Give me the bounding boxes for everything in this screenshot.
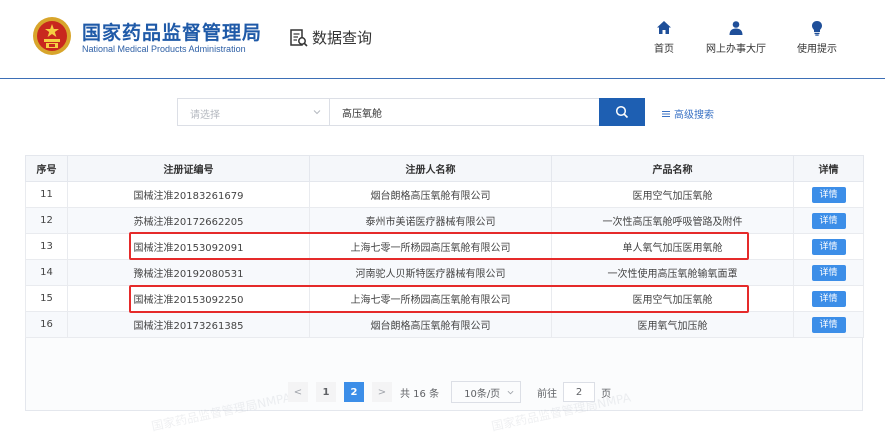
table-row[interactable]: 12 苏械注准20172662205 泰州市美诺医疗器械有限公司 一次性高压氧舱… — [25, 207, 864, 234]
document-search-icon — [290, 28, 308, 47]
row-holder: 烟台朗格高压氧舱有限公司 — [309, 181, 552, 208]
table-header-row: 序号 注册证编号 注册人名称 产品名称 详情 — [25, 155, 864, 182]
column-header-product: 产品名称 — [551, 155, 794, 182]
column-header-no: 序号 — [25, 155, 68, 182]
goto-suffix: 页 — [601, 388, 612, 400]
row-holder: 泰州市美诺医疗器械有限公司 — [309, 207, 552, 234]
chevron-down-icon — [313, 110, 321, 115]
row-product: 医用空气加压氧舱 — [551, 285, 794, 312]
detail-button[interactable]: 详情 — [811, 290, 846, 307]
row-detail-cell: 详情 — [793, 259, 864, 286]
row-reg-number: 国械注准20183261679 — [67, 181, 310, 208]
results-table: 序号 注册证编号 注册人名称 产品名称 详情 11 国械注准2018326167… — [25, 155, 864, 411]
next-page-button[interactable]: > — [372, 382, 392, 402]
row-detail-cell: 详情 — [793, 285, 864, 312]
goto-page-input[interactable] — [563, 382, 596, 402]
detail-button[interactable]: 详情 — [811, 238, 846, 255]
detail-button[interactable]: 详情 — [811, 264, 846, 281]
search-icon — [615, 105, 629, 119]
home-icon — [657, 21, 671, 34]
filter-icon — [662, 110, 670, 117]
row-detail-cell: 详情 — [793, 311, 864, 338]
detail-button[interactable]: 详情 — [811, 186, 846, 203]
page-size-value: 10条/页 — [464, 388, 501, 400]
nav-usage-tips[interactable]: 使用提示 — [797, 20, 837, 55]
row-reg-number: 国械注准20173261385 — [67, 311, 310, 338]
row-detail-cell: 详情 — [793, 181, 864, 208]
goto-label: 前往 — [537, 388, 558, 400]
column-header-detail: 详情 — [793, 155, 864, 182]
nav-usage-tips-label: 使用提示 — [797, 44, 837, 55]
nav-online-hall[interactable]: 网上办事大厅 — [706, 20, 766, 55]
total-count: 共 16 条 — [400, 388, 440, 400]
section-heading: 数据查询 — [289, 27, 372, 48]
row-detail-cell: 详情 — [793, 207, 864, 234]
column-header-reg-number: 注册证编号 — [67, 155, 310, 182]
advanced-search-link[interactable]: 高级搜索 — [661, 106, 714, 121]
row-no: 11 — [25, 181, 68, 208]
page-button-2[interactable]: 2 — [344, 382, 364, 402]
row-detail-cell: 详情 — [793, 233, 864, 260]
row-product: 医用氧气加压舱 — [551, 311, 794, 338]
row-no: 13 — [25, 233, 68, 260]
row-holder: 河南驼人贝斯特医疗器械有限公司 — [309, 259, 552, 286]
header: 国家药品监督管理局 National Medical Products Admi… — [0, 0, 885, 79]
page-size-select[interactable]: 10条/页 — [451, 381, 522, 403]
row-product: 一次性使用高压氧舱输氧面罩 — [551, 259, 794, 286]
search-input[interactable] — [330, 98, 600, 126]
row-no: 14 — [25, 259, 68, 286]
row-holder: 烟台朗格高压氧舱有限公司 — [309, 311, 552, 338]
prev-page-button[interactable]: < — [288, 382, 308, 402]
row-reg-number: 国械注准20153092091 — [67, 233, 310, 260]
detail-button[interactable]: 详情 — [811, 316, 846, 333]
national-emblem-icon — [33, 17, 71, 55]
row-reg-number: 豫械注准20192080531 — [67, 259, 310, 286]
table-row[interactable]: 16 国械注准20173261385 烟台朗格高压氧舱有限公司 医用氧气加压舱 … — [25, 311, 864, 338]
row-product: 医用空气加压氧舱 — [551, 181, 794, 208]
section-title: 数据查询 — [312, 29, 373, 47]
row-product: 一次性高压氧舱呼吸管路及附件 — [551, 207, 794, 234]
site-subtitle: National Medical Products Administration — [82, 44, 246, 54]
table-row[interactable]: 14 豫械注准20192080531 河南驼人贝斯特医疗器械有限公司 一次性使用… — [25, 259, 864, 286]
category-select-placeholder: 请选择 — [190, 110, 220, 121]
site-title: 国家药品监督管理局 — [82, 22, 263, 44]
row-holder: 上海七零一所杨园高压氧舱有限公司 — [309, 285, 552, 312]
row-no: 16 — [25, 311, 68, 338]
row-reg-number: 国械注准20153092250 — [67, 285, 310, 312]
advanced-search-label: 高级搜索 — [674, 110, 714, 121]
lightbulb-icon — [812, 21, 822, 36]
column-header-holder: 注册人名称 — [309, 155, 552, 182]
nav-home[interactable]: 首页 — [654, 20, 674, 55]
chevron-down-icon — [507, 390, 514, 395]
table-row[interactable]: 15 国械注准20153092250 上海七零一所杨园高压氧舱有限公司 医用空气… — [25, 285, 864, 312]
row-holder: 上海七零一所杨园高压氧舱有限公司 — [309, 233, 552, 260]
row-no: 15 — [25, 285, 68, 312]
row-reg-number: 苏械注准20172662205 — [67, 207, 310, 234]
category-select[interactable]: 请选择 — [177, 98, 330, 126]
detail-button[interactable]: 详情 — [811, 212, 846, 229]
user-icon — [729, 21, 743, 35]
row-no: 12 — [25, 207, 68, 234]
pagination: < 1 2 > 共 16 条 10条/页 前往 页 — [288, 381, 611, 403]
nav-online-hall-label: 网上办事大厅 — [706, 44, 766, 55]
table-row[interactable]: 13 国械注准20153092091 上海七零一所杨园高压氧舱有限公司 单人氧气… — [25, 233, 864, 260]
nav-home-label: 首页 — [654, 44, 674, 55]
row-product: 单人氧气加压医用氧舱 — [551, 233, 794, 260]
page-button-1[interactable]: 1 — [316, 382, 336, 402]
search-button[interactable] — [599, 98, 645, 126]
table-row[interactable]: 11 国械注准20183261679 烟台朗格高压氧舱有限公司 医用空气加压氧舱… — [25, 181, 864, 208]
